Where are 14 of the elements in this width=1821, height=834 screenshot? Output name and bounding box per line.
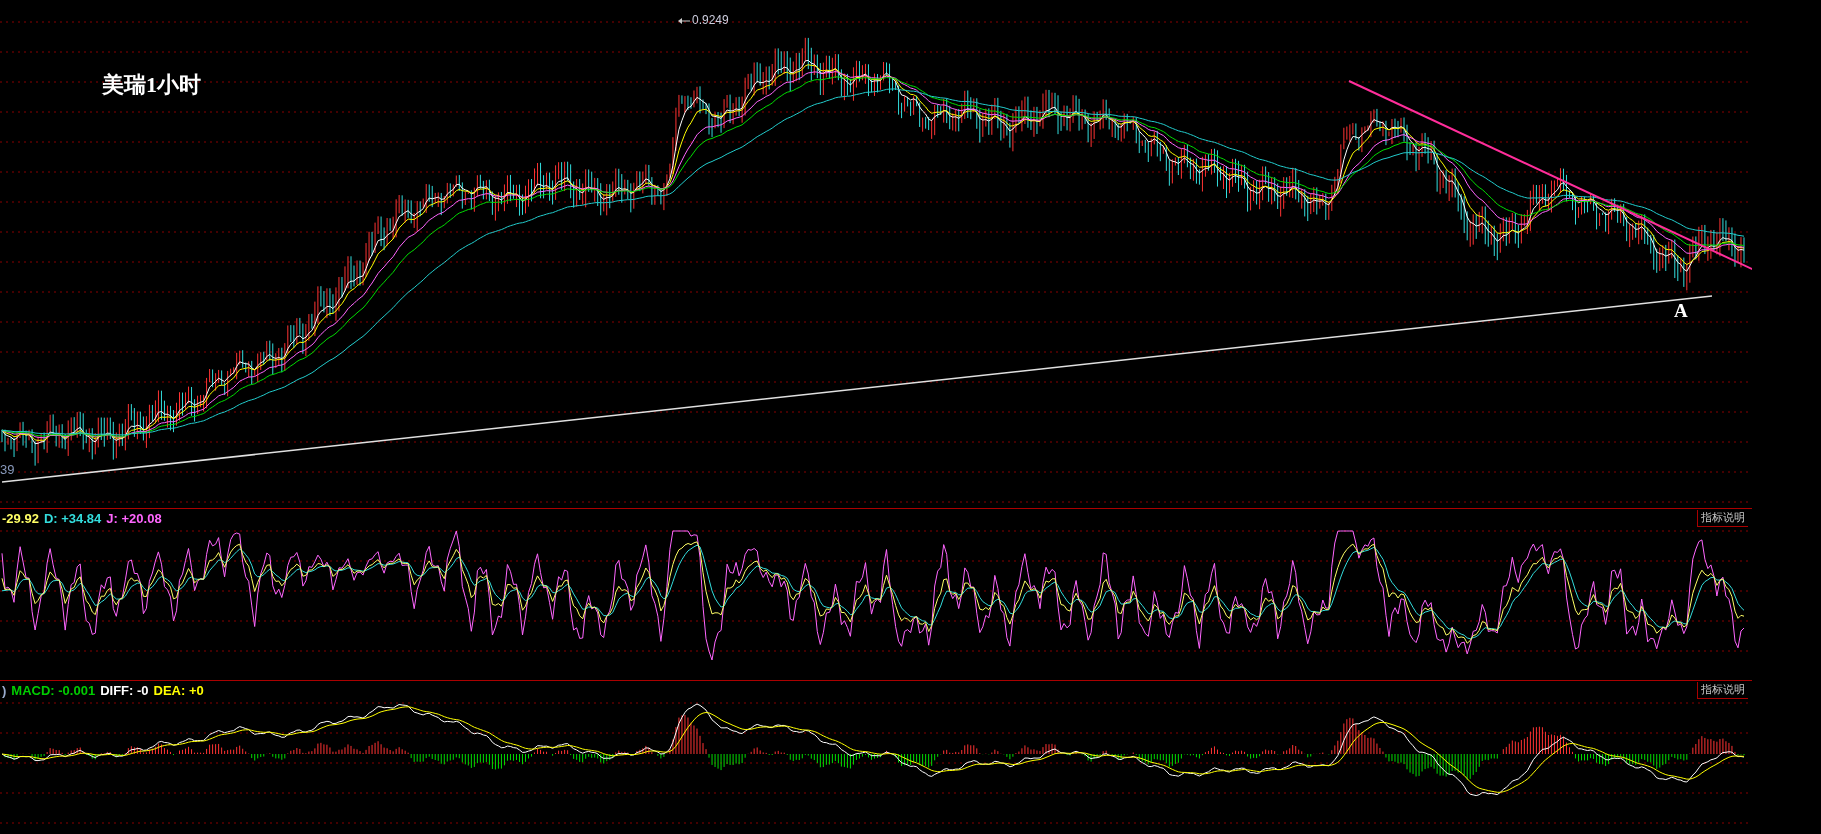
indicator-reading: -29.92 [2,510,39,526]
indicator-reading: DEA: +0 [153,682,204,698]
indicator-reading: ) [2,682,7,698]
indicator-help-button[interactable]: 指标说明 [1697,509,1748,527]
price-low-label: 39 [0,462,15,477]
indicator-help-button[interactable]: 指标说明 [1697,681,1748,699]
price-high-label: 0.9249 [692,13,729,27]
indicator-reading: J: +20.08 [106,510,162,526]
indicator-reading: MACD: -0.001 [11,682,96,698]
indicator-reading: DIFF: -0 [100,682,149,698]
indicator-reading: D: +34.84 [43,510,102,526]
point-label: A [1674,300,1688,322]
arrow-icon [678,18,691,24]
chart-title: 美瑞1小时 [102,71,201,99]
